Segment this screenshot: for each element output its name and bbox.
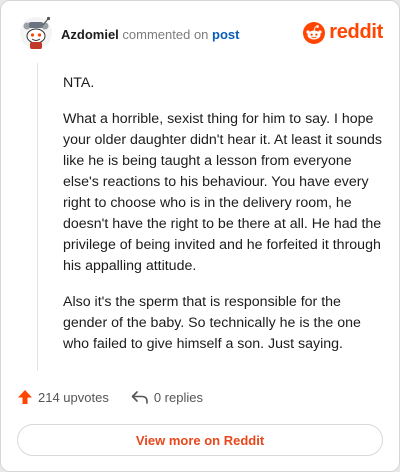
comment-body: NTA. What a horrible, sexist thing for h… — [63, 73, 385, 370]
author-name[interactable]: Azdomiel — [61, 27, 119, 42]
post-link[interactable]: post — [212, 27, 239, 42]
reply-arrow-icon — [131, 391, 148, 404]
reply-button[interactable]: 0 replies — [131, 389, 203, 405]
comment-card: Azdomiel commented on post reddit NTA. W… — [0, 0, 400, 472]
reddit-wordmark: reddit — [329, 21, 383, 43]
comment-footer: 214 upvotes 0 replies — [17, 389, 203, 405]
snoo-avatar-icon[interactable] — [19, 15, 53, 51]
comment-paragraph: Also it's the sperm that is responsible … — [63, 294, 361, 352]
comment-paragraph: NTA. — [63, 75, 95, 91]
upvote-button[interactable]: 214 upvotes — [17, 389, 109, 405]
upvote-arrow-icon — [18, 390, 32, 404]
comment-action: commented on — [122, 27, 209, 42]
comment-meta: Azdomiel commented on post — [61, 27, 240, 43]
thread-line — [37, 63, 38, 371]
reddit-logo-icon — [303, 21, 326, 44]
view-more-button[interactable]: View more on Reddit — [17, 424, 383, 456]
reddit-brand[interactable]: reddit — [303, 21, 383, 44]
upvote-count: 214 upvotes — [38, 389, 109, 405]
reply-count: 0 replies — [153, 389, 203, 405]
comment-paragraph: What a horrible, sexist thing for him to… — [63, 111, 382, 274]
comment-header: Azdomiel commented on post reddit — [17, 13, 383, 53]
